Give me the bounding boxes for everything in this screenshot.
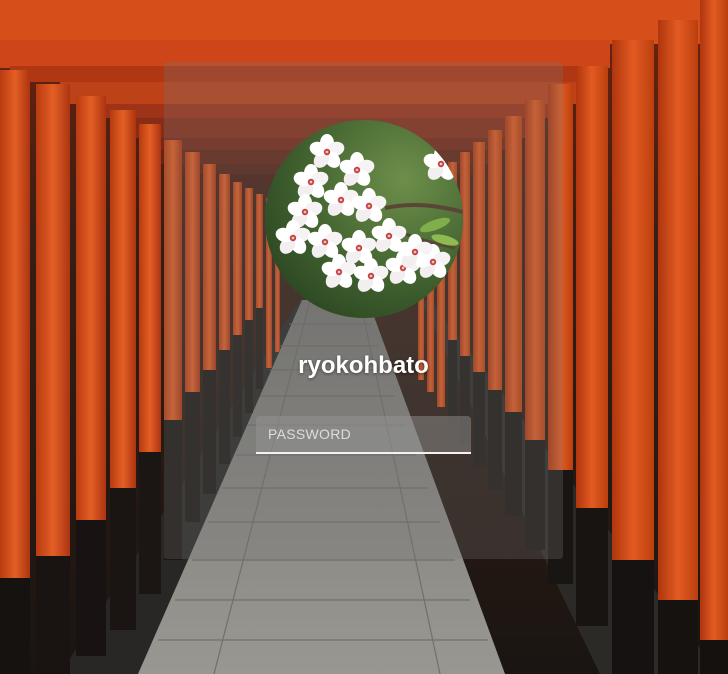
- username: ryokohbato: [298, 352, 429, 379]
- cherry-blossom-icon: [265, 120, 463, 318]
- lock-screen: ryokohbato: [0, 0, 728, 674]
- password-input[interactable]: [256, 416, 471, 454]
- avatar: [265, 120, 463, 318]
